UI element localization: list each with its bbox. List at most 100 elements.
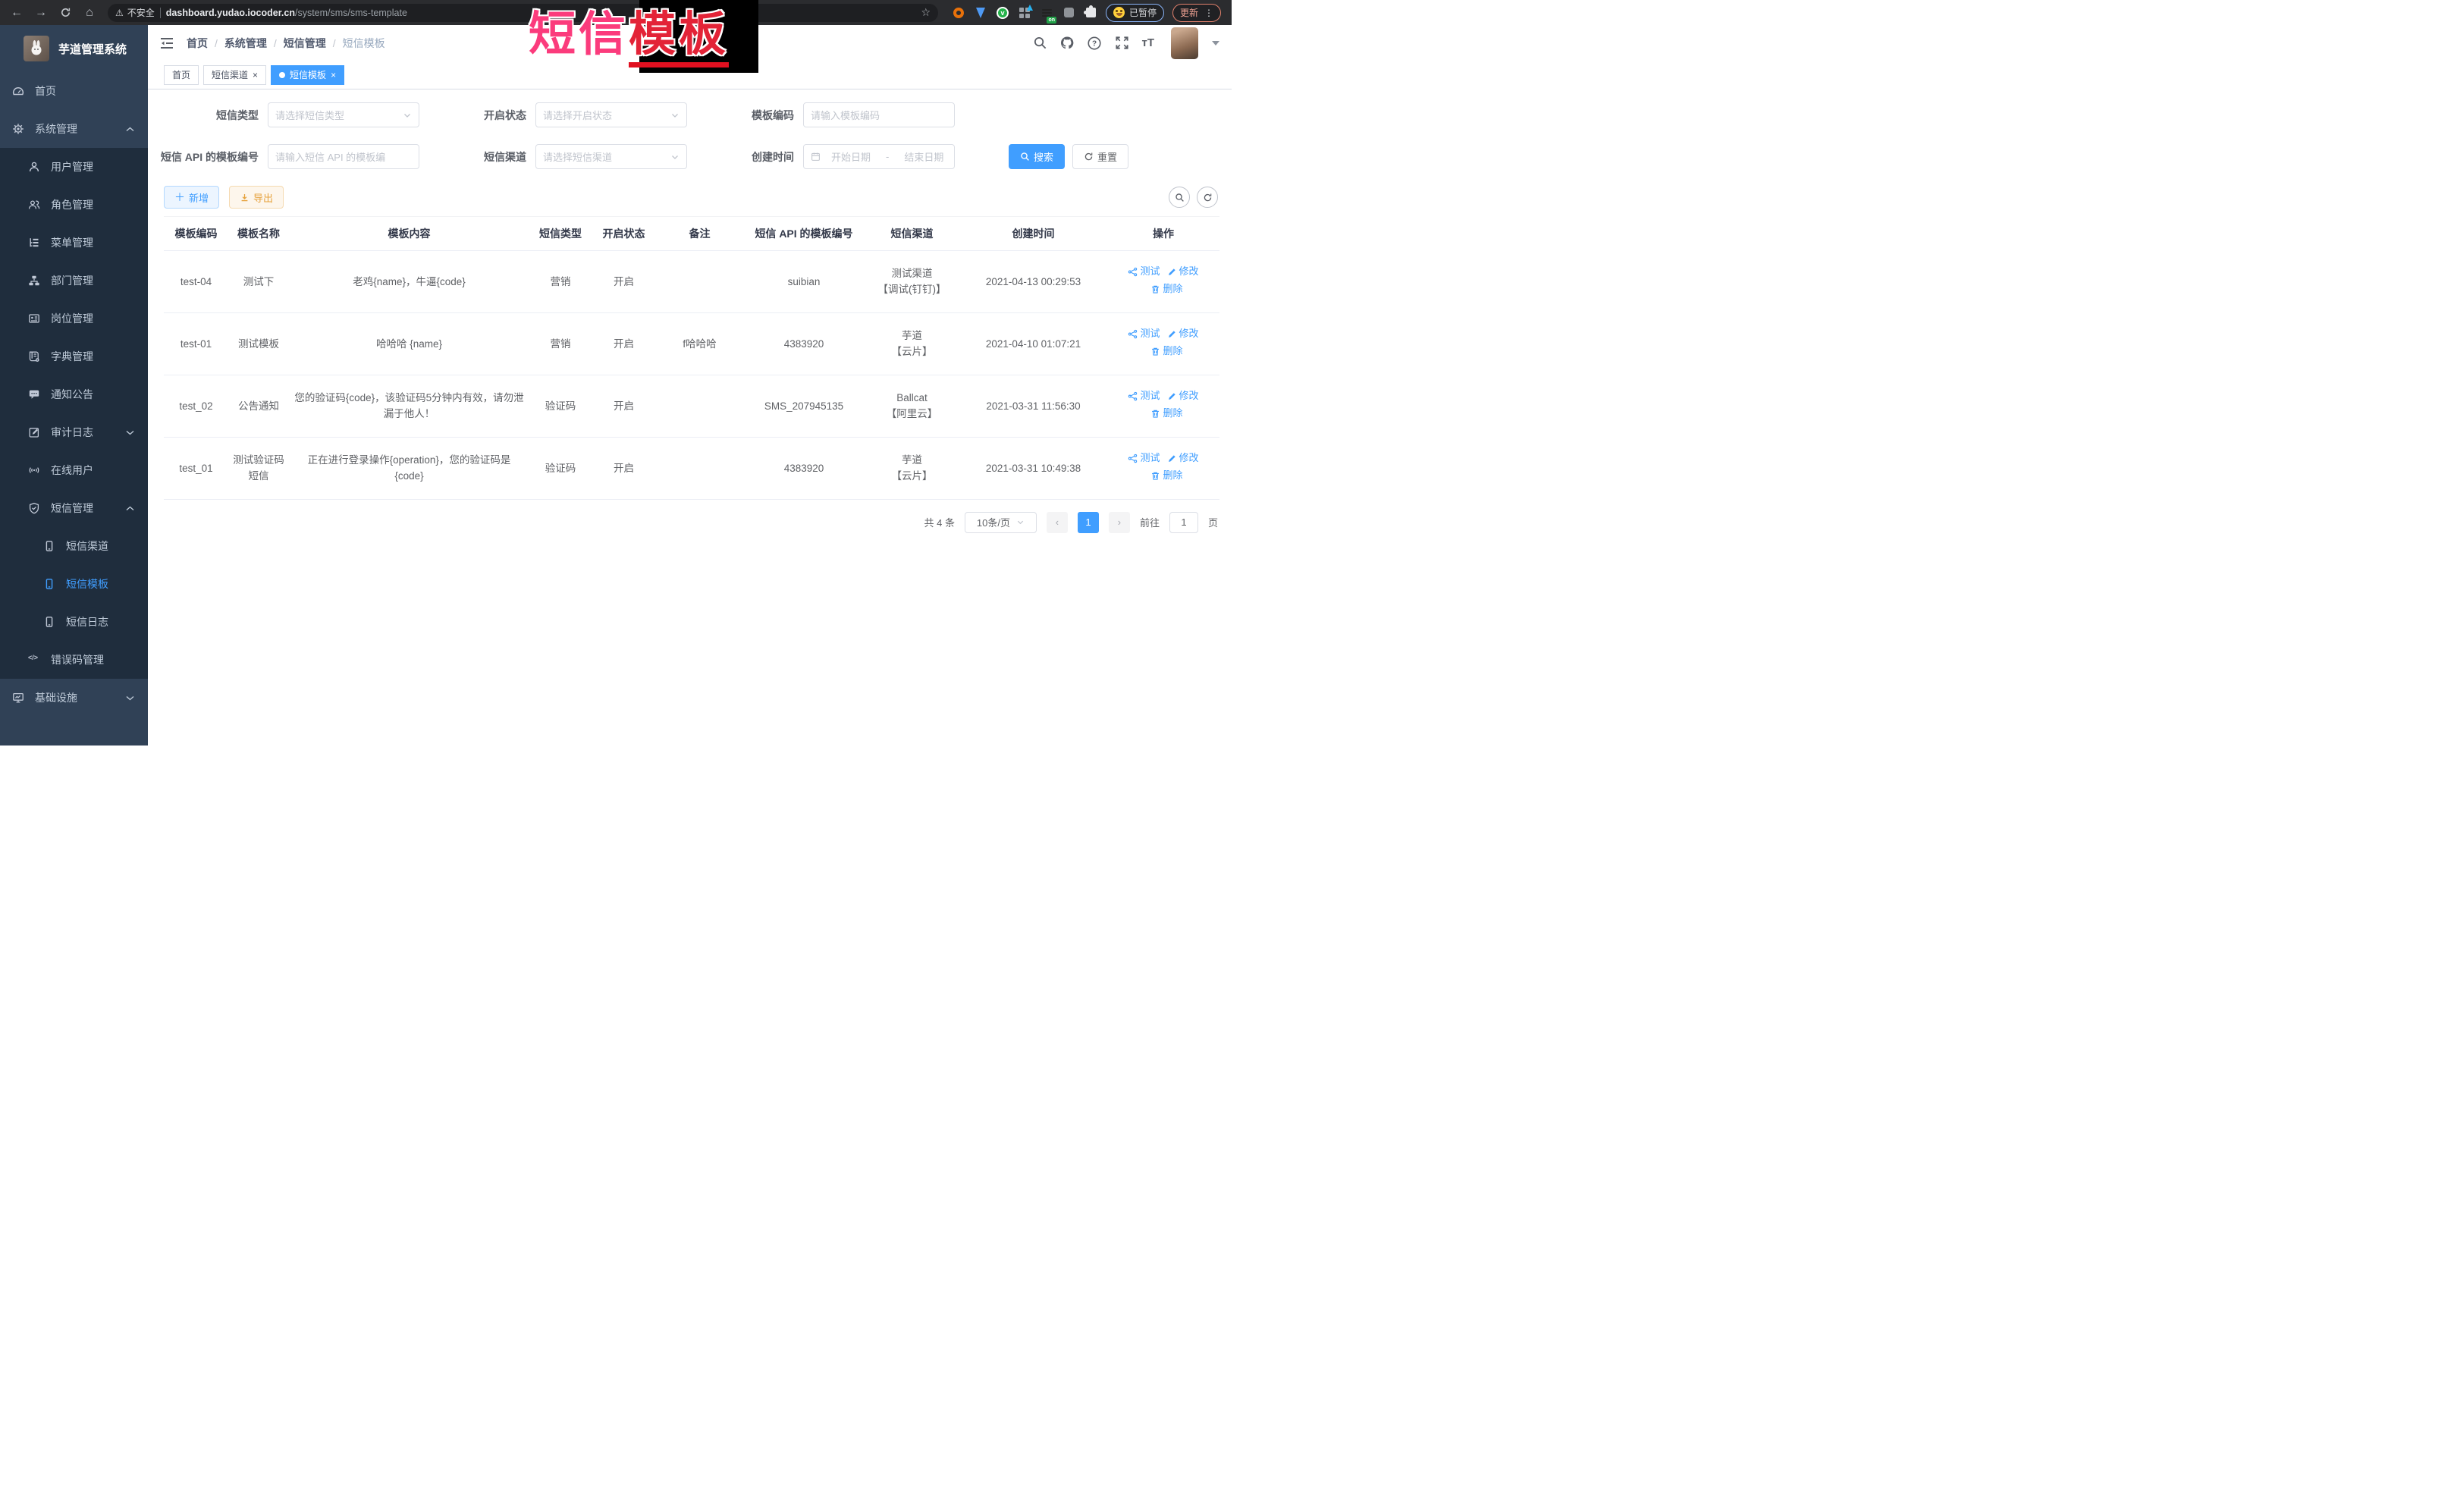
sidebar-item-online-users[interactable]: 在线用户 bbox=[0, 451, 148, 489]
delete-link[interactable]: 删除 bbox=[1150, 468, 1182, 484]
show-search-icon[interactable] bbox=[1169, 187, 1190, 208]
sidebar-item-departments[interactable]: 部门管理 bbox=[0, 262, 148, 300]
test-link[interactable]: 测试 bbox=[1128, 388, 1160, 404]
sidebar-item-label: 基础设施 bbox=[35, 690, 115, 705]
security-warning-icon[interactable]: ⚠ 不安全 bbox=[115, 6, 155, 19]
tab-label: 短信模板 bbox=[290, 68, 326, 81]
sidebar-item-roles[interactable]: 角色管理 bbox=[0, 186, 148, 224]
sidebar-item-label: 首页 bbox=[35, 83, 148, 99]
sidebar-item-label: 短信管理 bbox=[51, 501, 115, 516]
breadcrumb-system[interactable]: 系统管理 bbox=[224, 36, 267, 51]
cell-channel: 芋道【云片】 bbox=[865, 437, 959, 499]
delete-link[interactable]: 删除 bbox=[1150, 281, 1182, 297]
test-link[interactable]: 测试 bbox=[1128, 450, 1160, 466]
reset-button[interactable]: 重置 bbox=[1072, 144, 1128, 169]
test-link[interactable]: 测试 bbox=[1128, 264, 1160, 280]
tab-sms-template[interactable]: 短信模板 × bbox=[271, 65, 344, 85]
url-path: /system/sms/sms-template bbox=[295, 8, 407, 18]
profile-avatar-emoji bbox=[1113, 7, 1125, 18]
extensions-puzzle-icon[interactable] bbox=[1084, 6, 1097, 20]
user-avatar[interactable] bbox=[1171, 27, 1198, 59]
sidebar-menu: 首页 系统管理 用户管理 角色管理 菜单管理 bbox=[0, 72, 148, 717]
search-icon[interactable] bbox=[1032, 36, 1047, 51]
prev-page-button[interactable]: ‹ bbox=[1047, 512, 1068, 533]
jump-page-input[interactable]: 1 bbox=[1169, 512, 1198, 533]
tab-sms-channel[interactable]: 短信渠道× bbox=[203, 65, 266, 85]
col-status: 开启状态 bbox=[592, 217, 656, 251]
browser-forward-icon[interactable]: → bbox=[32, 4, 50, 22]
refresh-icon[interactable] bbox=[1197, 187, 1218, 208]
modify-link[interactable]: 修改 bbox=[1167, 264, 1199, 280]
breadcrumb-home[interactable]: 首页 bbox=[187, 36, 208, 51]
table-tools bbox=[1169, 187, 1218, 208]
extension-list-icon[interactable]: on bbox=[1040, 6, 1053, 20]
chevron-down-icon bbox=[670, 152, 680, 162]
browser-back-icon[interactable]: ← bbox=[8, 4, 26, 22]
sidebar-item-infrastructure[interactable]: 基础设施 bbox=[0, 679, 148, 717]
sidebar-item-sms-channel[interactable]: 短信渠道 bbox=[0, 527, 148, 565]
breadcrumb-sms[interactable]: 短信管理 bbox=[284, 36, 326, 51]
extension-gem-icon[interactable] bbox=[974, 6, 987, 20]
sidebar-item-sms[interactable]: 短信管理 bbox=[0, 489, 148, 527]
status-select[interactable]: 请选择开启状态 bbox=[535, 102, 687, 127]
sidebar-item-sms-template[interactable]: 短信模板 bbox=[0, 565, 148, 603]
close-icon[interactable]: × bbox=[253, 71, 258, 80]
extension-green-icon[interactable]: v bbox=[996, 6, 1009, 20]
browser-menu-icon[interactable]: ⋮ bbox=[1204, 8, 1213, 18]
profile-paused-badge[interactable]: 已暂停 bbox=[1106, 4, 1164, 22]
sms-type-select[interactable]: 请选择短信类型 bbox=[268, 102, 419, 127]
avatar-caret-icon[interactable] bbox=[1212, 41, 1219, 46]
page-number-button[interactable]: 1 bbox=[1078, 512, 1099, 533]
api-template-id-input[interactable]: 请输入短信 API 的模板编 bbox=[268, 144, 419, 169]
sidebar-item-label: 短信日志 bbox=[66, 614, 148, 629]
sidebar-item-menus[interactable]: 菜单管理 bbox=[0, 224, 148, 262]
browser-update-button[interactable]: 更新⋮ bbox=[1172, 4, 1221, 22]
sidebar-item-system[interactable]: 系统管理 bbox=[0, 110, 148, 148]
tab-label: 首页 bbox=[172, 68, 190, 81]
sidebar-collapse-icon[interactable] bbox=[159, 36, 174, 51]
sidebar-item-sms-log[interactable]: 短信日志 bbox=[0, 603, 148, 641]
sidebar-item-audit-log[interactable]: 审计日志 bbox=[0, 413, 148, 451]
cell-remark bbox=[656, 251, 743, 313]
next-page-button[interactable]: › bbox=[1109, 512, 1130, 533]
modify-link[interactable]: 修改 bbox=[1167, 326, 1199, 342]
github-icon[interactable] bbox=[1059, 36, 1075, 51]
address-bar[interactable]: ⚠ 不安全 dashboard.yudao.iocoder.cn/system/… bbox=[108, 4, 938, 22]
add-button[interactable]: ＋ 新增 bbox=[164, 186, 219, 209]
search-button[interactable]: 搜索 bbox=[1009, 144, 1065, 169]
sidebar-item-dictionary[interactable]: 字典管理 bbox=[0, 337, 148, 375]
sidebar-logo[interactable]: 芋道管理系统 bbox=[0, 25, 148, 72]
help-icon[interactable]: ? bbox=[1087, 36, 1102, 51]
cell-actions: 测试修改删除 bbox=[1107, 312, 1219, 375]
modify-link[interactable]: 修改 bbox=[1167, 450, 1199, 466]
book-icon bbox=[28, 350, 40, 363]
sms-channel-select[interactable]: 请选择短信渠道 bbox=[535, 144, 687, 169]
sidebar-item-home[interactable]: 首页 bbox=[0, 72, 148, 110]
browser-home-icon[interactable]: ⌂ bbox=[80, 4, 99, 22]
browser-reload-icon[interactable] bbox=[56, 4, 74, 22]
extension-grid-icon[interactable] bbox=[1018, 6, 1031, 20]
close-icon[interactable]: × bbox=[331, 71, 336, 80]
fullscreen-icon[interactable] bbox=[1114, 36, 1129, 51]
export-button[interactable]: 导出 bbox=[229, 186, 284, 209]
api-template-id-label: 短信 API 的模板编号 bbox=[164, 149, 259, 165]
extension-misc-icon[interactable] bbox=[1062, 6, 1075, 20]
modify-link[interactable]: 修改 bbox=[1167, 388, 1199, 404]
extension-ring-icon[interactable] bbox=[952, 6, 965, 20]
tab-home[interactable]: 首页 bbox=[164, 65, 199, 85]
sidebar-item-error-codes[interactable]: </> 错误码管理 bbox=[0, 641, 148, 679]
sidebar-item-notices[interactable]: 通知公告 bbox=[0, 375, 148, 413]
bookmark-star-icon[interactable]: ☆ bbox=[921, 6, 931, 19]
sidebar-item-posts[interactable]: 岗位管理 bbox=[0, 300, 148, 337]
page-size-select[interactable]: 10条/页 bbox=[965, 512, 1037, 533]
create-time-range-picker[interactable]: 开始日期 - 结束日期 bbox=[803, 144, 955, 169]
sms-template-table: 模板编码 模板名称 模板内容 短信类型 开启状态 备注 短信 API 的模板编号… bbox=[164, 216, 1219, 500]
delete-link[interactable]: 删除 bbox=[1150, 406, 1182, 422]
test-link[interactable]: 测试 bbox=[1128, 326, 1160, 342]
font-size-icon[interactable]: ᴛT bbox=[1141, 36, 1154, 49]
sidebar-item-users[interactable]: 用户管理 bbox=[0, 148, 148, 186]
users-icon bbox=[28, 199, 40, 211]
template-code-input[interactable]: 请输入模板编码 bbox=[803, 102, 955, 127]
breadcrumb-separator: / bbox=[274, 37, 277, 49]
delete-link[interactable]: 删除 bbox=[1150, 344, 1182, 359]
